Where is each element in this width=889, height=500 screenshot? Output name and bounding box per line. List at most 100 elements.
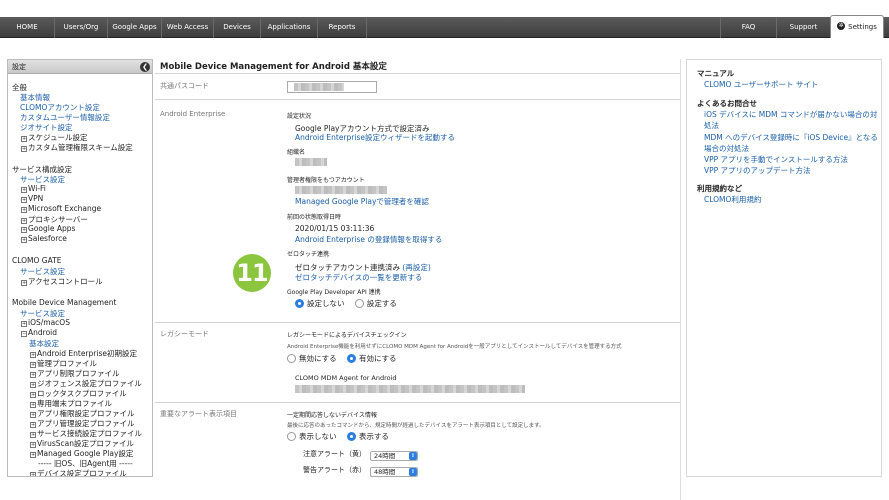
faq-link-1[interactable]: iOS デバイスに MDM コマンドが届かない場合の対処法 (704, 109, 879, 131)
nav-reports[interactable]: Reports (318, 17, 367, 38)
last-status-label: 前回の状態取得日時 (287, 214, 342, 221)
nav-devices[interactable]: Devices (214, 17, 261, 38)
manual-heading: マニュアル (697, 69, 735, 78)
nav-settings-tab[interactable]: ✲ Settings (830, 15, 884, 38)
expand-plus-icon: + (21, 227, 27, 233)
admin-account-label: 管理者権限をもつアカウント (287, 177, 365, 184)
expand-plus-icon: + (21, 237, 27, 243)
nav-faq[interactable]: FAQ (720, 17, 776, 38)
divider (155, 73, 680, 74)
setup-status-label: 設定状況 (287, 113, 312, 120)
faq-link-2[interactable]: MDM へのデバイス登録時に『iOS Device』となる場合の対処法 (704, 132, 879, 154)
expand-plus-icon: + (21, 187, 27, 193)
faq-link-4[interactable]: VPP アプリのアップデート方法 (704, 165, 811, 176)
sidebar-item-google-apps[interactable]: + Google Apps (21, 224, 75, 233)
gear-icon: ✲ (837, 22, 846, 30)
expand-plus-icon: + (21, 321, 27, 327)
expand-plus-icon: + (30, 472, 36, 477)
legacy-section-label: レガシーモード (160, 330, 209, 338)
managed-play-link[interactable]: Managed Google Playで管理者を確認 (295, 196, 429, 207)
redacted-value (295, 186, 387, 194)
ae-section-label: Android Enterprise (160, 110, 226, 118)
setup-wizard-link[interactable]: Android Enterprise設定ウィザードを起動する (295, 132, 455, 143)
nav-users-org[interactable]: Users/Org (55, 17, 108, 38)
nav-applications[interactable]: Applications (261, 17, 318, 38)
faq-link-3[interactable]: VPP アプリを手動でインストールする方法 (704, 154, 848, 165)
legacy-option-disable[interactable]: 無効にする (287, 353, 337, 364)
passcode-input[interactable] (287, 81, 377, 93)
alert-radio-group: 表示しない 表示する (287, 431, 397, 442)
settings-sidebar: 設定 ❮ 全般 基本情報 CLOMOアカウント設定 カスタムユーザー情報設定 ジ… (7, 59, 153, 477)
org-name-label: 組織名 (287, 149, 306, 156)
nav-google-apps[interactable]: Google Apps (108, 17, 162, 38)
sidebar-item-vpn[interactable]: + VPN (21, 194, 43, 203)
sidebar-item-custom-admin[interactable]: + カスタム管理権限スキーム設定 (21, 142, 133, 153)
expand-plus-icon: + (21, 197, 27, 203)
step-number-badge: 11 (233, 254, 271, 292)
registration-info-link[interactable]: Android Enterprise の登録情報を取得する (295, 234, 442, 245)
expand-plus-icon: + (21, 146, 27, 152)
agent-label: CLOMO MDM Agent for Android (295, 374, 397, 382)
collapse-minus-icon: − (21, 331, 27, 337)
legacy-radio-group: 無効にする 有効にする (287, 353, 405, 364)
sidebar-item-access-control[interactable]: + アクセスコントロール (21, 276, 103, 287)
page-title: Mobile Device Management for Android 基本設… (160, 62, 387, 72)
help-panel: マニュアル CLOMO ユーザーサポート サイト よくあるお問合せ iOS デバ… (686, 59, 882, 477)
last-status-value: 2020/01/15 03:11:36 (295, 224, 375, 233)
radio-selected-icon (295, 299, 304, 308)
radio-selected-icon (346, 354, 356, 363)
sidebar-item-salesforce[interactable]: + Salesforce (21, 234, 67, 243)
divider (155, 99, 680, 100)
gp-api-option-off[interactable]: 設定しない (295, 298, 345, 309)
sidebar-item-wifi[interactable]: + Wi-Fi (21, 184, 46, 193)
sidebar-item-exchange[interactable]: + Microsoft Exchange (21, 204, 101, 213)
zero-touch-label: ゼロタッチ連携 (287, 251, 330, 258)
expand-plus-icon: + (21, 207, 27, 213)
sidebar-item-device-settings[interactable]: + デバイス設定プロファイル (30, 468, 127, 477)
sidebar-item-ios-macos[interactable]: + iOS/macOS (21, 318, 70, 327)
radio-icon (287, 354, 296, 363)
radio-selected-icon (346, 432, 356, 441)
nav-home[interactable]: HOME (0, 17, 55, 38)
updown-icon: ⇕ (409, 452, 417, 460)
nav-support[interactable]: Support (776, 17, 830, 38)
gp-api-option-on[interactable]: 設定する (354, 298, 397, 309)
warning-select[interactable]: 48時間 ⇕ (370, 467, 418, 477)
alert-description: 最後に応答のあったコマンドから、規定時間が経過したデバイスをアラート表示項目とし… (287, 423, 545, 429)
alert-option-show[interactable]: 表示する (346, 431, 389, 442)
column-separator (680, 59, 681, 500)
sidebar-item-android[interactable]: − Android (21, 328, 57, 337)
divider (155, 402, 680, 403)
alert-section-label: 重要なアラート表示項目 (160, 410, 237, 418)
divider (155, 322, 680, 323)
nav-settings-label: Settings (848, 23, 877, 31)
alert-option-hide[interactable]: 表示しない (287, 431, 337, 442)
passcode-label: 共通パスコード (160, 82, 209, 90)
top-nav-bar: HOME Users/Org Google Apps Web Access De… (0, 15, 889, 38)
legacy-description: Android Enterprise機能を利用せずにCLOMO MDM Agen… (287, 344, 622, 350)
legacy-option-enable[interactable]: 有効にする (346, 353, 397, 364)
nav-web-access[interactable]: Web Access (162, 17, 214, 38)
caution-alert-row: 注意アラート（黄） 24時間 ⇕ (303, 449, 418, 461)
sidebar-header: 設定 ❮ (8, 60, 152, 74)
sidebar-section-mdm: Mobile Device Management (12, 298, 117, 307)
radio-icon (287, 432, 296, 441)
gp-api-label: Google Play Developer API 連携 (287, 289, 381, 296)
collapse-left-icon[interactable]: ❮ (140, 62, 150, 72)
caution-select[interactable]: 24時間 ⇕ (370, 451, 418, 461)
manual-support-link[interactable]: CLOMO ユーザーサポート サイト (704, 79, 818, 90)
zero-touch-update-link[interactable]: ゼロタッチデバイスの一覧を更新する (295, 272, 422, 283)
legacy-checkin-label: レガシーモードによるデバイスチェックイン (287, 332, 407, 339)
expand-plus-icon: + (21, 280, 27, 286)
warning-alert-row: 警告アラート（赤） 48時間 ⇕ (303, 465, 418, 477)
sidebar-section-clomo-gate: CLOMO GATE (12, 256, 62, 265)
redacted-value (295, 158, 327, 166)
sidebar-header-label: 設定 (12, 63, 26, 71)
terms-heading: 利用規約など (697, 184, 742, 193)
alert-title: 一定期間応答しないデバイス情報 (287, 412, 377, 419)
terms-link[interactable]: CLOMO利用規約 (704, 194, 761, 205)
radio-icon (354, 299, 364, 308)
zero-touch-reset-link[interactable]: (再設定) (402, 263, 430, 272)
updown-icon: ⇕ (409, 468, 417, 476)
gp-api-radio-group: 設定しない 設定する (295, 298, 405, 309)
